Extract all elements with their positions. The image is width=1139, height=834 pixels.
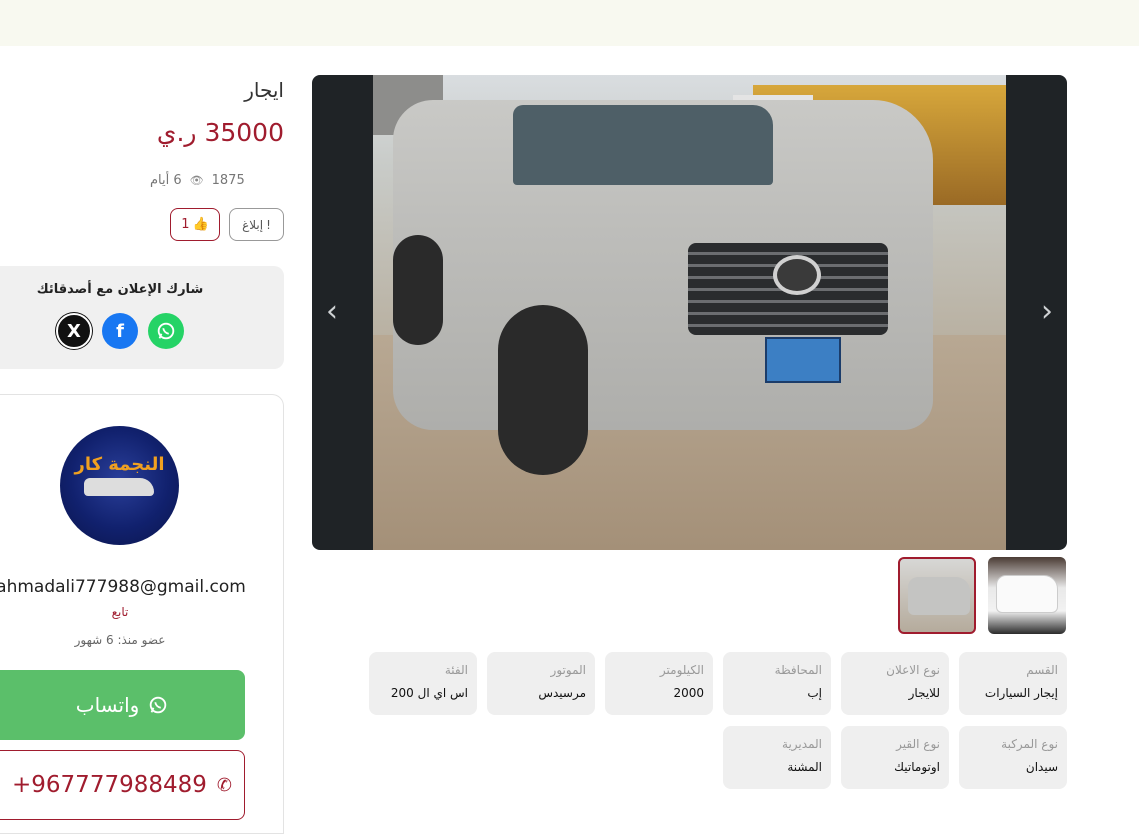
report-button[interactable]: ! إبلاغ xyxy=(229,208,284,241)
whatsapp-icon xyxy=(150,696,167,714)
spec-value: إيجار السيارات xyxy=(984,686,1058,700)
spec-transmission: نوع القير اوتوماتيك xyxy=(841,726,949,789)
listing-age: 6 أيام xyxy=(150,172,182,188)
phone-icon: ✆ xyxy=(216,774,232,796)
whatsapp-label: واتساب xyxy=(75,693,140,717)
car-icon xyxy=(84,478,154,496)
facebook-icon[interactable]: f xyxy=(102,313,138,349)
spec-label: الفئة xyxy=(444,663,468,677)
toyota-emblem xyxy=(773,255,821,295)
spec-ad-type: نوع الاعلان للايجار xyxy=(841,652,949,715)
spec-label: نوع المركبة xyxy=(1001,737,1058,751)
phone-number: +967777988489 xyxy=(12,772,207,798)
spec-label: المديرية xyxy=(782,737,822,751)
spec-category: القسم إيجار السيارات xyxy=(959,652,1067,715)
listing-title: ايجار xyxy=(244,78,284,102)
spec-value: إب xyxy=(807,686,822,700)
facebook-glyph: f xyxy=(116,320,124,342)
listing-actions: ! إبلاغ 1 👍 xyxy=(168,208,284,241)
member-since: عضو منذ: 6 شهور xyxy=(74,633,166,647)
like-button[interactable]: 1 👍 xyxy=(170,208,220,241)
thumbnail-car xyxy=(908,577,970,615)
spec-kilometers: الكيلومتر 2000 xyxy=(605,652,713,715)
spec-governorate: المحافظة إب xyxy=(723,652,831,715)
avatar[interactable]: النجمة كار xyxy=(60,426,179,545)
eye-icon: 👁 xyxy=(189,173,204,187)
top-bar xyxy=(0,0,1139,46)
alert-icon: ! xyxy=(266,217,271,232)
like-count: 1 xyxy=(181,217,190,232)
thumbnail-2[interactable] xyxy=(988,557,1066,634)
avatar-logo-text: النجمة كار xyxy=(74,454,165,475)
thumbnail-1[interactable] xyxy=(898,557,976,634)
chevron-right-icon[interactable]: › xyxy=(1035,297,1059,329)
view-count: 1875 xyxy=(211,172,245,188)
spec-label: المحافظة xyxy=(774,663,822,677)
seller-email: ahmadali777988@gmail.com xyxy=(0,577,246,597)
spec-label: نوع الاعلان xyxy=(886,663,940,677)
x-glyph: X xyxy=(67,320,81,342)
spec-value: للايجار xyxy=(908,686,940,700)
spec-label: الكيلومتر xyxy=(659,663,704,677)
thumbs-up-icon: 👍 xyxy=(192,217,209,232)
spec-value: 2000 xyxy=(673,686,704,700)
share-panel: شارك الإعلان مع أصدقائك X f xyxy=(0,266,284,369)
main-car-photo[interactable] xyxy=(373,75,1006,550)
report-label: إبلاغ xyxy=(242,217,264,232)
spec-district: المديرية المشنة xyxy=(723,726,831,789)
spec-vehicle-type: نوع المركبة سيدان xyxy=(959,726,1067,789)
share-title: شارك الإعلان مع أصدقائك xyxy=(36,282,204,297)
spec-value: مرسيدس xyxy=(538,686,586,700)
spec-label: الموتور xyxy=(550,663,586,677)
listing-price: 35000 ر.ي xyxy=(156,118,284,147)
spec-value: اس اي ال 200 xyxy=(390,686,468,700)
spec-value: المشنة xyxy=(787,760,822,774)
spec-value: سيدان xyxy=(1025,760,1058,774)
spec-engine: الموتور مرسيدس xyxy=(487,652,595,715)
spec-class: الفئة اس اي ال 200 xyxy=(369,652,477,715)
image-gallery: ‹ › xyxy=(312,75,1067,550)
thumbnail-car xyxy=(996,575,1058,613)
whatsapp-icon[interactable] xyxy=(148,313,184,349)
whatsapp-button[interactable]: واتساب xyxy=(0,670,245,740)
car-wheel-rear xyxy=(393,235,443,345)
listing-meta: 6 أيام 👁 1875 xyxy=(150,170,284,190)
spec-value: اوتوماتيك xyxy=(894,760,940,774)
spec-label: القسم xyxy=(1026,663,1058,677)
follow-link[interactable]: تابع xyxy=(0,605,240,619)
car-wheel-front xyxy=(498,305,588,475)
phone-button[interactable]: +967777988489 ✆ xyxy=(0,750,245,820)
x-icon[interactable]: X xyxy=(56,313,92,349)
spec-label: نوع القير xyxy=(896,737,940,751)
license-plate xyxy=(765,337,841,383)
chevron-left-icon[interactable]: ‹ xyxy=(320,297,344,329)
car-windshield xyxy=(513,105,773,185)
